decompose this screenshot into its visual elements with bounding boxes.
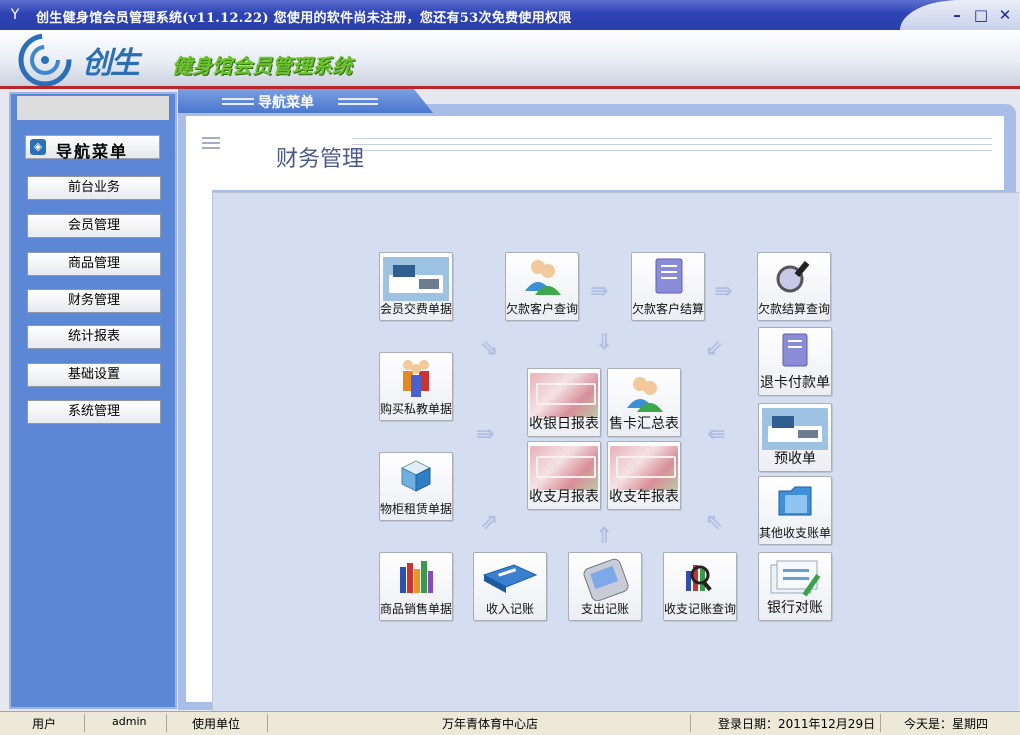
minimize-icon[interactable]: – bbox=[948, 6, 966, 24]
cube-icon bbox=[400, 460, 432, 492]
nav-item-finance-management[interactable]: 财务管理 bbox=[27, 289, 161, 313]
people-group-icon bbox=[403, 360, 429, 397]
title-bar: Y 创生健身馆会员管理系统(v11.12.22) 您使用的软件尚未注册，您还有5… bbox=[0, 0, 1020, 30]
tile-buy-private-training[interactable]: 购买私教单据 bbox=[379, 352, 453, 421]
tile-label: 收银日报表 bbox=[529, 416, 599, 432]
tile-goods-sales[interactable]: 商品销售单据 bbox=[379, 552, 453, 621]
tile-label: 银行对账 bbox=[767, 600, 823, 616]
book-icon bbox=[482, 564, 538, 593]
tile-label: 售卡汇总表 bbox=[609, 416, 679, 432]
tile-member-fee[interactable]: 会员交费单据 bbox=[379, 252, 453, 321]
tile-label: 收支年报表 bbox=[609, 489, 679, 505]
tile-debt-customer-query[interactable]: 欠款客户查询 bbox=[505, 252, 579, 321]
tile-label: 预收单 bbox=[774, 451, 816, 467]
tile-label: 商品销售单据 bbox=[380, 602, 453, 616]
books-icon bbox=[400, 561, 433, 593]
nav-heading: ◈ 导航菜单 bbox=[25, 135, 160, 161]
nav-menu-tab-label: 导航菜单 bbox=[258, 95, 314, 111]
nav-menu-tab: 导航菜单 bbox=[178, 89, 433, 113]
tile-debt-settle-query[interactable]: 欠款结算查询 bbox=[757, 252, 831, 321]
arrow-up-right-icon: ⇗ bbox=[480, 510, 499, 535]
money-icon bbox=[530, 446, 598, 490]
arrow-up-left-icon: ⇖ bbox=[705, 510, 724, 535]
close-icon[interactable]: ✕ bbox=[996, 6, 1014, 24]
notebook-icon bbox=[782, 333, 808, 367]
nav-menu-icon: ◈ bbox=[30, 139, 46, 155]
maximize-icon[interactable]: □ bbox=[972, 6, 990, 24]
documents-pen-icon bbox=[770, 560, 821, 597]
tile-other-income[interactable]: 其他收支账单 bbox=[758, 476, 832, 545]
status-unit-label: 使用单位 bbox=[192, 717, 241, 731]
users-icon bbox=[627, 377, 663, 412]
nav-item-statistics[interactable]: 统计报表 bbox=[27, 325, 161, 349]
window-title: 创生健身馆会员管理系统(v11.12.22) 您使用的软件尚未注册，您还有53次… bbox=[36, 11, 572, 26]
left-nav-panel: ◈ 导航菜单 前台业务 会员管理 商品管理 财务管理 统计报表 基础设置 系统管… bbox=[9, 92, 177, 709]
tile-label: 收入记账 bbox=[485, 602, 534, 616]
status-bar: 用户 admin 使用单位 万年青体育中心店 登录日期：2011年12月29日 … bbox=[0, 711, 1020, 735]
pda-icon bbox=[583, 558, 629, 601]
arrow-right-icon: ⇛ bbox=[714, 279, 733, 304]
arrow-right-icon: ⇛ bbox=[476, 422, 495, 447]
page-title: 财务管理 bbox=[276, 147, 365, 172]
nav-item-system-management[interactable]: 系统管理 bbox=[27, 400, 161, 424]
tile-label: 欠款客户结算 bbox=[632, 302, 705, 316]
money-icon bbox=[610, 446, 678, 490]
tile-label: 退卡付款单 bbox=[760, 375, 830, 391]
tile-prepaid[interactable]: 预收单 bbox=[758, 403, 832, 472]
tile-bank-reconcile[interactable]: 银行对账 bbox=[758, 552, 832, 621]
arrow-left-icon: ⇚ bbox=[707, 422, 726, 447]
nav-item-goods-management[interactable]: 商品管理 bbox=[27, 252, 161, 276]
tile-refund-card[interactable]: 退卡付款单 bbox=[758, 327, 832, 396]
nav-item-front-desk[interactable]: 前台业务 bbox=[27, 176, 161, 200]
arrow-up-icon: ⇑ bbox=[595, 524, 614, 549]
tile-label: 收支月报表 bbox=[529, 489, 599, 505]
nav-item-basic-settings[interactable]: 基础设置 bbox=[27, 363, 161, 387]
nav-heading-label: 导航菜单 bbox=[56, 142, 129, 161]
status-today: 今天是：星期四 bbox=[904, 717, 989, 731]
chart-search-icon bbox=[686, 565, 712, 592]
list-icon bbox=[202, 137, 220, 151]
tile-label: 欠款客户查询 bbox=[506, 302, 579, 316]
tile-expense-record[interactable]: 支出记账 bbox=[568, 552, 642, 621]
office-desk-icon bbox=[762, 408, 828, 450]
nav-item-member-management[interactable]: 会员管理 bbox=[27, 214, 161, 238]
tile-debt-customer-settle[interactable]: 欠款客户结算 bbox=[631, 252, 705, 321]
status-unit-value: 万年青体育中心店 bbox=[442, 717, 539, 731]
users-icon bbox=[525, 260, 561, 295]
tile-monthly-report[interactable]: 收支月报表 bbox=[527, 441, 601, 510]
tile-label: 欠款结算查询 bbox=[758, 302, 831, 316]
status-user-label: 用户 bbox=[32, 717, 57, 731]
tile-label: 收支记账查询 bbox=[664, 602, 737, 616]
app-icon[interactable]: Y bbox=[6, 6, 24, 24]
tile-card-sales-summary[interactable]: 售卡汇总表 bbox=[607, 368, 681, 437]
tile-record-query[interactable]: 收支记账查询 bbox=[663, 552, 737, 621]
tile-label: 其他收支账单 bbox=[759, 526, 832, 540]
tile-locker-rental[interactable]: 物柜租赁单据 bbox=[379, 452, 453, 521]
arrow-down-icon: ⇓ bbox=[595, 330, 614, 355]
arrow-down-left-icon: ⇙ bbox=[705, 336, 724, 361]
tile-yearly-report[interactable]: 收支年报表 bbox=[607, 441, 681, 510]
status-user-value: admin bbox=[112, 715, 147, 728]
tile-label: 购买私教单据 bbox=[380, 402, 453, 416]
brand-logo-icon bbox=[18, 33, 72, 87]
arrow-down-right-icon: ⇘ bbox=[480, 336, 499, 361]
system-name: 健身馆会员管理系统 bbox=[172, 54, 352, 78]
app-header bbox=[0, 30, 1020, 88]
tile-cash-daily-report[interactable]: 收银日报表 bbox=[527, 368, 601, 437]
nav-panel-top bbox=[17, 96, 169, 120]
tile-label: 支出记账 bbox=[580, 602, 629, 616]
brand-logo-text: 创生 bbox=[82, 46, 140, 81]
notebook-icon bbox=[655, 258, 683, 294]
office-desk-icon bbox=[383, 257, 449, 301]
money-icon bbox=[530, 373, 598, 417]
magnifier-icon bbox=[776, 260, 810, 293]
tile-income-record[interactable]: 收入记账 bbox=[473, 552, 547, 621]
folder-icon bbox=[778, 486, 812, 516]
tile-label: 会员交费单据 bbox=[380, 302, 453, 316]
arrow-right-icon: ⇛ bbox=[590, 279, 609, 304]
status-login-date: 登录日期：2011年12月29日 bbox=[718, 717, 876, 731]
tile-label: 物柜租赁单据 bbox=[380, 502, 453, 516]
